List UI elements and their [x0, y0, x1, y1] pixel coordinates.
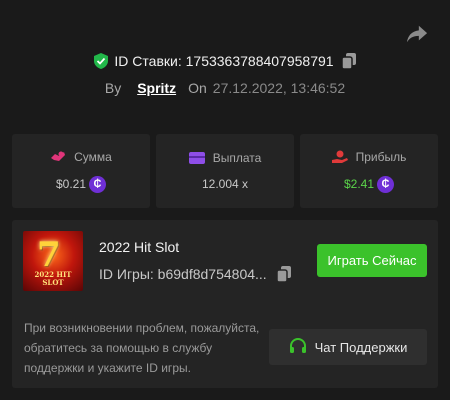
on-label: On — [188, 80, 207, 96]
seven-icon: 7 — [37, 235, 61, 275]
by-label: By — [104, 80, 122, 96]
stat-payout-value: 12.004 x — [201, 177, 249, 191]
support-chat-button[interactable]: Чат Поддержки — [269, 329, 427, 365]
profit-hand-icon — [331, 150, 348, 163]
headset-icon — [289, 338, 306, 353]
copy-icon[interactable] — [276, 266, 291, 282]
share-icon[interactable] — [406, 24, 428, 44]
bet-date: 27.12.2022, 13:46:52 — [212, 80, 346, 96]
wallet-icon — [188, 152, 205, 164]
game-thumbnail[interactable]: 7 2022 HIT SLOT — [23, 231, 83, 291]
stat-amount: Сумма $0.21 ₵ — [12, 134, 150, 208]
copy-icon[interactable] — [341, 53, 356, 69]
shield-check-icon — [94, 53, 109, 69]
author-row: By Spritz On 27.12.2022, 13:46:52 — [0, 80, 450, 96]
stat-payout: Выплата 12.004 x — [156, 134, 294, 208]
money-icon — [51, 151, 66, 161]
bet-id-row: ID Ставки: 1753363788407958791 — [0, 53, 450, 69]
thumb-caption: 2022 HIT SLOT — [34, 270, 72, 287]
stat-amount-value: $0.21 — [55, 177, 87, 191]
stat-profit-label: Прибыль — [355, 149, 407, 164]
support-help-text: При возникновении проблем, пожалуйста, о… — [24, 321, 260, 375]
game-panel: 7 2022 HIT SLOT 2022 Hit Slot ID Игры: b… — [12, 220, 438, 388]
stat-amount-label: Сумма — [74, 149, 112, 164]
stat-payout-label: Выплата — [212, 151, 262, 165]
game-id-text: ID Игры: b69df8d754804... — [99, 266, 267, 282]
bet-id-text: ID Ставки: 1753363788407958791 — [114, 53, 334, 69]
username-link[interactable]: Spritz — [137, 80, 176, 96]
stat-profit: Прибыль $2.41 ₵ — [300, 134, 438, 208]
coin-icon: ₵ — [377, 175, 395, 193]
support-chat-label: Чат Поддержки — [314, 339, 408, 355]
play-now-button[interactable]: Играть Сейчас — [317, 244, 427, 277]
coin-icon: ₵ — [89, 175, 107, 193]
game-id-row: ID Игры: b69df8d754804... — [99, 266, 291, 282]
stats-row: Сумма $0.21 ₵ Выплата 12.004 x Прибыль $… — [12, 134, 438, 208]
stat-profit-value: $2.41 — [343, 177, 375, 191]
game-title: 2022 Hit Slot — [99, 239, 180, 255]
